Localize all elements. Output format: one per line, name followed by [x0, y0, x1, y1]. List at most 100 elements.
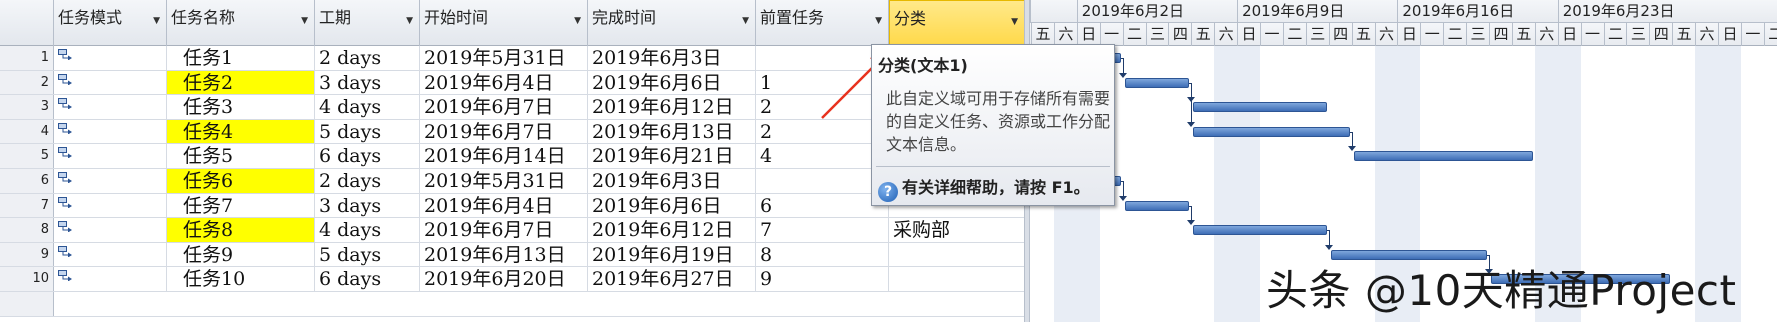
gantt-bar[interactable]: [1193, 126, 1350, 137]
cell-duration[interactable]: 4 days: [315, 95, 420, 119]
cell-start[interactable]: 2019年6月4日: [420, 70, 588, 95]
auto-schedule-icon: [58, 245, 72, 257]
task-mode-cell[interactable]: [54, 169, 167, 193]
auto-schedule-icon: [58, 49, 72, 60]
cell-duration[interactable]: 2 days: [315, 46, 420, 70]
task-mode-cell[interactable]: [54, 218, 167, 242]
column-header-finish[interactable]: 完成时间 ▼: [588, 0, 756, 46]
cell-duration[interactable]: 6 days: [315, 144, 420, 168]
cell-category[interactable]: [889, 267, 1025, 291]
task-mode-cell[interactable]: [54, 70, 167, 95]
timescale-day: 三: [1305, 23, 1329, 46]
nonworking-day-shade: [1237, 46, 1260, 322]
cell-category[interactable]: 采购部: [889, 218, 1025, 242]
cell-start[interactable]: 2019年6月13日: [420, 242, 588, 267]
cell-finish[interactable]: 2019年6月3日: [588, 169, 756, 193]
cell-pred[interactable]: 4: [756, 144, 889, 168]
cell-duration[interactable]: 3 days: [315, 193, 420, 218]
cell-start[interactable]: 2019年6月7日: [420, 119, 588, 144]
cell-pred[interactable]: 9: [756, 267, 889, 291]
cell-name[interactable]: 任务8: [167, 218, 315, 242]
timescale-day: 三: [1466, 23, 1489, 46]
cell-pred[interactable]: 6: [756, 193, 889, 218]
watermark: 头条 @10天精通Project: [1266, 266, 1737, 315]
cell-finish[interactable]: 2019年6月27日: [588, 267, 756, 291]
cell-start[interactable]: 2019年6月14日: [420, 144, 588, 168]
gantt-bar[interactable]: [1193, 225, 1327, 236]
dropdown-arrow-icon[interactable]: ▼: [574, 16, 581, 26]
gantt-bar[interactable]: [1124, 77, 1190, 88]
dropdown-arrow-icon[interactable]: ▼: [406, 16, 413, 26]
task-mode-cell[interactable]: [54, 242, 167, 267]
cell-name[interactable]: 任务1: [167, 46, 315, 70]
cell-finish[interactable]: 2019年6月6日: [588, 70, 756, 95]
task-mode-cell[interactable]: [54, 267, 167, 291]
cell-duration[interactable]: 3 days: [315, 70, 420, 95]
cell-finish[interactable]: 2019年6月3日: [588, 46, 756, 70]
cell-name[interactable]: 任务4: [167, 119, 315, 144]
gantt-bar[interactable]: [1193, 102, 1327, 113]
cell-pred[interactable]: 2: [756, 119, 889, 144]
cell-name[interactable]: 任务9: [167, 242, 315, 267]
cell-duration[interactable]: 4 days: [315, 218, 420, 242]
cell-duration[interactable]: 6 days: [315, 267, 420, 291]
dropdown-arrow-icon[interactable]: ▼: [301, 16, 308, 26]
timescale-day: 一: [1580, 23, 1604, 46]
cell-pred[interactable]: 8: [756, 242, 889, 267]
cell-name[interactable]: 任务5: [167, 144, 315, 168]
cell-finish[interactable]: 2019年6月19日: [588, 242, 756, 267]
column-header-duration[interactable]: 工期 ▼: [315, 0, 420, 46]
timescale-day: 六: [1695, 23, 1718, 46]
cell-category[interactable]: [889, 242, 1025, 267]
cell-start[interactable]: 2019年6月4日: [420, 193, 588, 218]
dropdown-arrow-icon[interactable]: ▼: [875, 16, 882, 26]
cell-finish[interactable]: 2019年6月12日: [588, 218, 756, 242]
task-mode-cell[interactable]: [54, 95, 167, 119]
table-row[interactable]: 10 任务10 6 days 2019年6月20日 2019年6月27日 9: [0, 267, 1030, 292]
select-all-corner[interactable]: [0, 0, 54, 46]
gantt-bar[interactable]: [1124, 200, 1190, 211]
cell-name[interactable]: 任务2: [167, 70, 315, 95]
dropdown-arrow-icon[interactable]: ▼: [1011, 17, 1018, 27]
cell-duration[interactable]: 2 days: [315, 169, 420, 193]
auto-schedule-icon: [58, 73, 72, 85]
cell-finish[interactable]: 2019年6月13日: [588, 119, 756, 144]
row-number: 2: [0, 70, 54, 95]
timescale-day: 五: [1351, 23, 1375, 46]
cell-start[interactable]: 2019年6月7日: [420, 95, 588, 119]
dropdown-arrow-icon[interactable]: ▼: [742, 16, 749, 26]
cell-name[interactable]: 任务7: [167, 193, 315, 218]
dropdown-arrow-icon[interactable]: ▼: [153, 16, 160, 26]
task-mode-cell[interactable]: [54, 46, 167, 70]
cell-start[interactable]: 2019年6月20日: [420, 267, 588, 291]
cell-start[interactable]: 2019年5月31日: [420, 46, 588, 70]
cell-pred[interactable]: [756, 169, 889, 193]
row-number: 4: [0, 119, 54, 144]
cell-name[interactable]: 任务6: [167, 169, 315, 193]
task-mode-cell[interactable]: [54, 119, 167, 144]
cell-duration[interactable]: 5 days: [315, 119, 420, 144]
cell-finish[interactable]: 2019年6月6日: [588, 193, 756, 218]
column-header-predecessors[interactable]: 前置任务 ▼: [756, 0, 889, 46]
cell-finish[interactable]: 2019年6月12日: [588, 95, 756, 119]
cell-finish[interactable]: 2019年6月21日: [588, 144, 756, 168]
column-header-name[interactable]: 任务名称 ▼: [167, 0, 315, 46]
gantt-bar[interactable]: [1353, 151, 1533, 162]
field-tooltip: 分类(文本1) 此自定义域可用于存储所有需要的自定义任务、资源或工作分配文本信息…: [871, 44, 1115, 206]
cell-name[interactable]: 任务3: [167, 95, 315, 119]
cell-start[interactable]: 2019年5月31日: [420, 169, 588, 193]
cell-pred[interactable]: 7: [756, 218, 889, 242]
cell-start[interactable]: 2019年6月7日: [420, 218, 588, 242]
task-mode-cell[interactable]: [54, 144, 167, 168]
table-row[interactable]: 8 任务8 4 days 2019年6月7日 2019年6月12日 7 采购部: [0, 218, 1030, 243]
column-header-mode[interactable]: 任务模式 ▼: [54, 0, 167, 46]
empty-row[interactable]: [0, 292, 1030, 317]
cell-name[interactable]: 任务10: [167, 267, 315, 291]
cell-duration[interactable]: 5 days: [315, 242, 420, 267]
column-header-start[interactable]: 开始时间 ▼: [420, 0, 588, 46]
task-mode-cell[interactable]: [54, 193, 167, 218]
auto-schedule-icon: [58, 221, 72, 233]
timescale-week: 2019年6月2日: [1076, 0, 1237, 23]
column-header-category[interactable]: 分类 ▼: [889, 0, 1025, 46]
table-row[interactable]: 9 任务9 5 days 2019年6月13日 2019年6月19日 8: [0, 242, 1030, 268]
